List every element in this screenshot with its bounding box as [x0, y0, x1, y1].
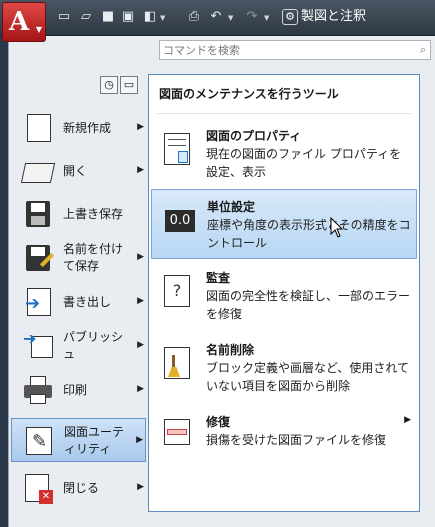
chevron-down-icon: ▼	[35, 25, 42, 34]
open-icon[interactable]: ▱	[78, 9, 94, 25]
drawing-properties-icon	[164, 133, 192, 167]
menu-item-label: 開く	[63, 163, 88, 178]
menu-item-publish[interactable]: ➔ パブリッシュ ▶	[11, 324, 146, 368]
gear-icon: ⚙	[282, 8, 298, 25]
menu-item-export[interactable]: ➔ 書き出し ▶	[11, 280, 146, 324]
menu-item-label: 名前を付けて保存	[63, 242, 124, 273]
close-document-icon: ✕	[23, 474, 53, 504]
menu-item-drawing-utilities[interactable]: ✎ 図面ユーティリティ ▶	[11, 418, 146, 462]
search-icon[interactable]: ⌕	[420, 43, 426, 57]
units-badge: 0.0	[165, 210, 195, 232]
menu-item-label: 書き出し	[63, 294, 112, 309]
menu-item-print[interactable]: 印刷 ▶	[11, 368, 146, 412]
save-icon[interactable]: ■	[100, 9, 116, 25]
application-menu: ⌕ ◷▭ 新規作成 ▶ 開く ▶ 上書き保存	[8, 36, 435, 527]
printer-icon	[23, 376, 53, 404]
drawing-utilities-submenu: 図面のメンテナンスを行うツール 図面のプロパティ 現在の図面のファイル プロパテ…	[148, 74, 420, 512]
new-doc-icon	[23, 114, 53, 142]
new-icon[interactable]: ▭	[56, 9, 72, 25]
submenu-item-drawing-properties[interactable]: 図面のプロパティ 現在の図面のファイル プロパティを設定、表示	[151, 119, 417, 189]
chevron-right-icon: ▶	[137, 384, 144, 394]
publish-icon: ➔	[23, 331, 53, 360]
chevron-right-icon: ▶	[137, 252, 144, 262]
audit-icon: ?	[164, 275, 192, 309]
undo-icon[interactable]: ↶	[208, 9, 224, 25]
plot-icon[interactable]: ◧	[142, 9, 158, 25]
submenu-item-title: 単位設定	[207, 200, 256, 214]
redo-dropdown-icon[interactable]: ▼	[264, 14, 269, 22]
mouse-cursor-icon	[330, 217, 344, 238]
submenu-item-desc: 損傷を受けた図面ファイルを修復	[206, 433, 387, 447]
search-input[interactable]	[160, 41, 400, 59]
undo-dropdown-icon[interactable]: ▼	[228, 14, 233, 22]
wrench-icon: ✎	[24, 427, 54, 455]
menu-item-label: 新規作成	[63, 120, 112, 135]
command-search: ⌕	[159, 40, 431, 60]
divider	[157, 113, 411, 114]
submenu-item-desc: 現在の図面のファイル プロパティを設定、表示	[206, 147, 402, 179]
workspace-label: 製図と注釈	[301, 9, 367, 24]
menu-item-label: パブリッシュ	[63, 330, 124, 361]
recent-view-icons: ◷ ▭	[100, 76, 140, 94]
submenu-item-title: 監査	[206, 271, 231, 285]
menu-item-label: 上書き保存	[63, 206, 124, 221]
chevron-right-icon: ▶	[404, 415, 411, 425]
units-icon: 0.0	[165, 204, 195, 238]
recover-icon	[164, 419, 192, 453]
chevron-right-icon: ▶	[137, 122, 144, 132]
menu-item-open[interactable]: 開く ▶	[11, 149, 146, 193]
plot-dropdown-icon[interactable]: ▼	[160, 14, 165, 22]
application-menu-button[interactable]: A ▼	[2, 2, 46, 42]
submenu-item-audit[interactable]: ? 監査 図面の完全性を検証し、一部のエラーを修復	[151, 261, 417, 331]
recent-documents-icon[interactable]: ◷	[100, 76, 118, 94]
chevron-right-icon: ▶	[137, 482, 144, 492]
submenu-item-units[interactable]: 0.0 単位設定 座標や角度の表示形式とその精度をコントロール	[151, 189, 417, 259]
menu-item-new[interactable]: 新規作成 ▶	[11, 106, 146, 150]
submenu-title: 図面のメンテナンスを行うツール	[159, 87, 339, 101]
menu-item-save-as[interactable]: 名前を付けて保存 ▶	[11, 236, 146, 280]
redo-icon[interactable]: ↷	[244, 9, 260, 25]
submenu-item-title: 図面のプロパティ	[206, 129, 302, 143]
submenu-item-title: 修復	[206, 415, 231, 429]
menu-item-close[interactable]: ✕ 閉じる ▶	[11, 466, 146, 510]
submenu-item-desc: 図面の完全性を検証し、一部のエラーを修復	[206, 289, 411, 321]
chevron-right-icon: ▶	[137, 340, 144, 350]
save-as-icon[interactable]: ▣	[120, 9, 136, 25]
menu-item-label: 閉じる	[63, 480, 100, 495]
submenu-item-desc: ブロック定義や画層など、使用されていない項目を図面から削除	[206, 361, 410, 393]
print-icon[interactable]: ⎙	[186, 9, 202, 25]
chevron-right-icon: ▶	[136, 435, 143, 445]
save-icon	[23, 200, 53, 228]
chevron-right-icon: ▶	[137, 296, 144, 306]
submenu-item-purge[interactable]: 名前削除 ブロック定義や画層など、使用されていない項目を図面から削除	[151, 333, 417, 403]
quick-access-toolbar: ▭ ▱ ■ ▣ ◧ ▼ ⎙ ↶ ▼ ↷ ▼ ⚙ 製図と注釈	[0, 0, 435, 36]
save-as-icon	[23, 244, 55, 272]
menu-item-label: 図面ユーティリティ	[64, 425, 125, 456]
menu-item-save[interactable]: 上書き保存	[11, 192, 146, 236]
submenu-item-desc: 座標や角度の表示形式とその精度をコントロール	[207, 218, 411, 250]
autocad-logo-icon: A	[9, 7, 30, 37]
open-documents-icon[interactable]: ▭	[120, 76, 138, 94]
submenu-item-title: 名前削除	[206, 343, 255, 357]
export-icon: ➔	[23, 288, 53, 316]
chevron-right-icon: ▶	[137, 165, 144, 175]
folder-icon	[20, 157, 56, 185]
submenu-item-recover[interactable]: 修復 損傷を受けた図面ファイルを修復 ▶	[151, 405, 417, 475]
menu-item-label: 印刷	[63, 382, 88, 397]
workspace-switcher[interactable]: ⚙ 製図と注釈	[282, 7, 432, 27]
purge-icon	[164, 347, 192, 381]
